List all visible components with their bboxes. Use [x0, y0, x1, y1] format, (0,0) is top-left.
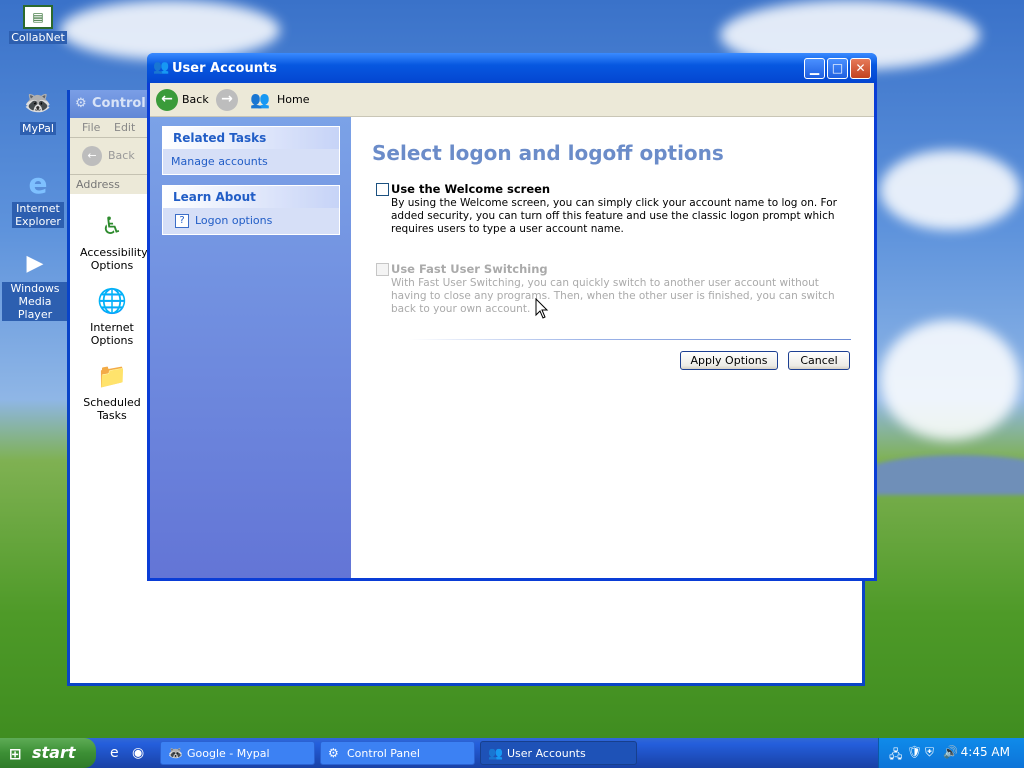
desktop-icon-label: CollabNet	[9, 31, 67, 44]
clock[interactable]: 4:45 AM	[961, 745, 1010, 759]
menu-file[interactable]: File	[82, 121, 100, 134]
manage-accounts-link[interactable]: Manage accounts	[171, 155, 268, 168]
help-icon: ?	[175, 214, 189, 228]
welcome-screen-description: By using the Welcome screen, you can sim…	[391, 197, 837, 235]
learn-about-list: ? Logon options	[163, 208, 339, 234]
cp-item-scheduled-tasks[interactable]: 📁 Scheduled Tasks	[80, 360, 144, 423]
taskbar-item-google-mypal[interactable]: 🦝 Google - Mypal	[160, 741, 315, 765]
back-arrow-icon[interactable]: ←	[156, 89, 178, 111]
user-accounts-title-bar[interactable]: 👥 User Accounts ▁ □ ✕	[147, 53, 877, 83]
user-accounts-nav-bar: ← Back → 👥 Home	[150, 83, 874, 117]
learn-about-panel: Learn About ? Logon options	[162, 185, 340, 235]
start-button[interactable]: ⊞ start	[0, 738, 96, 768]
home-button[interactable]: Home	[277, 93, 309, 106]
task-label: Google - Mypal	[187, 747, 270, 760]
mypal-icon: 🦝	[24, 90, 52, 116]
related-tasks-list: Manage accounts	[163, 149, 339, 174]
cp-item-label: Accessibility Options	[80, 246, 148, 272]
mouse-cursor-icon	[535, 298, 549, 319]
maximize-button[interactable]: □	[827, 58, 848, 79]
task-pane: Related Tasks Manage accounts Learn Abou…	[150, 117, 351, 578]
home-icon[interactable]: 👥	[250, 90, 270, 109]
cp-item-accessibility-options[interactable]: ♿ Accessibility Options	[80, 210, 148, 273]
cloud	[60, 0, 280, 60]
user-accounts-window[interactable]: 👥 User Accounts ▁ □ ✕ ← Back → 👥 Home Re…	[147, 53, 877, 581]
system-tray: 🖧 🛡 ⛨ 🔊 4:45 AM	[878, 738, 1024, 768]
related-tasks-panel: Related Tasks Manage accounts	[162, 126, 340, 175]
apply-options-button[interactable]: Apply Options	[680, 351, 778, 370]
cp-item-label: Internet Options	[90, 321, 134, 347]
volume-icon[interactable]: 🔊	[943, 745, 958, 759]
collabnet-icon: ▤	[23, 5, 53, 29]
separator-line	[409, 339, 851, 340]
taskbar-item-user-accounts[interactable]: 👥 User Accounts	[480, 741, 637, 765]
start-label: start	[32, 743, 76, 762]
fast-user-switching-label: Use Fast User Switching	[391, 262, 548, 276]
task-label: User Accounts	[507, 747, 586, 760]
welcome-screen-label[interactable]: Use the Welcome screen	[391, 182, 550, 196]
forward-arrow-icon[interactable]: →	[216, 89, 238, 111]
desktop-icon-mypal[interactable]: 🦝 MyPal	[5, 86, 71, 135]
window-title: User Accounts	[172, 61, 277, 76]
scheduled-tasks-icon: 📁	[97, 361, 127, 390]
windows-media-player-icon: ▶	[26, 250, 44, 276]
network-icon[interactable]: 🖧	[889, 745, 902, 766]
taskbar: ⊞ start e ◉ 🦝 Google - Mypal ⚙ Control P…	[0, 738, 1024, 768]
page-title: Select logon and logoff options	[372, 141, 724, 165]
task-label: Control Panel	[347, 747, 420, 760]
cloud	[880, 150, 1020, 230]
user-accounts-icon: 👥	[488, 746, 503, 760]
internet-options-icon: 🌐	[97, 286, 127, 315]
cancel-button[interactable]: Cancel	[788, 351, 850, 370]
main-panel: Select logon and logoff options Use the …	[351, 117, 874, 578]
desktop-icon-collabnet[interactable]: ▤ CollabNet	[5, 5, 71, 44]
cp-item-label: Scheduled Tasks	[83, 396, 141, 422]
back-button[interactable]: Back	[108, 149, 135, 162]
control-panel-icon: ⚙	[328, 746, 339, 760]
taskbar-item-control-panel[interactable]: ⚙ Control Panel	[320, 741, 475, 765]
user-accounts-icon: 👥	[153, 60, 170, 75]
learn-about-heading: Learn About	[163, 186, 339, 208]
address-label: Address	[76, 178, 120, 191]
related-tasks-heading: Related Tasks	[163, 127, 339, 149]
fast-user-switching-description: With Fast User Switching, you can quickl…	[391, 277, 835, 315]
minimize-button[interactable]: ▁	[804, 58, 825, 79]
mypal-quicklaunch-icon[interactable]: ◉	[132, 745, 144, 761]
menu-edit[interactable]: Edit	[114, 121, 135, 134]
internet-explorer-icon: e	[28, 166, 48, 200]
desktop-icon-windows-media-player[interactable]: ▶ Windows Media Player	[0, 246, 70, 321]
desktop-icon-label: MyPal	[20, 122, 56, 135]
desktop-icon-label: Internet Explorer	[12, 202, 64, 228]
desktop-icon-label: Windows Media Player	[2, 282, 68, 321]
distant-hills	[860, 455, 1024, 495]
cloud	[880, 320, 1020, 440]
security-shield-icon[interactable]: 🛡	[907, 745, 922, 759]
close-button[interactable]: ✕	[850, 58, 871, 79]
alert-shield-icon[interactable]: ⛨	[925, 745, 934, 760]
mypal-icon: 🦝	[168, 746, 183, 760]
back-button[interactable]: Back	[182, 93, 209, 106]
cp-item-internet-options[interactable]: 🌐 Internet Options	[80, 285, 144, 348]
welcome-screen-checkbox[interactable]	[376, 183, 389, 196]
internet-explorer-icon[interactable]: e	[110, 745, 119, 761]
fast-user-switching-checkbox	[376, 263, 389, 276]
user-accounts-content: Related Tasks Manage accounts Learn Abou…	[150, 117, 874, 578]
accessibility-icon: ♿	[101, 211, 123, 240]
desktop-icon-internet-explorer[interactable]: e Internet Explorer	[5, 166, 71, 228]
windows-flag-icon: ⊞	[9, 745, 22, 763]
control-panel-icon: ⚙	[75, 96, 87, 111]
back-arrow-icon: ←	[82, 146, 102, 166]
logon-options-link[interactable]: Logon options	[195, 214, 272, 227]
